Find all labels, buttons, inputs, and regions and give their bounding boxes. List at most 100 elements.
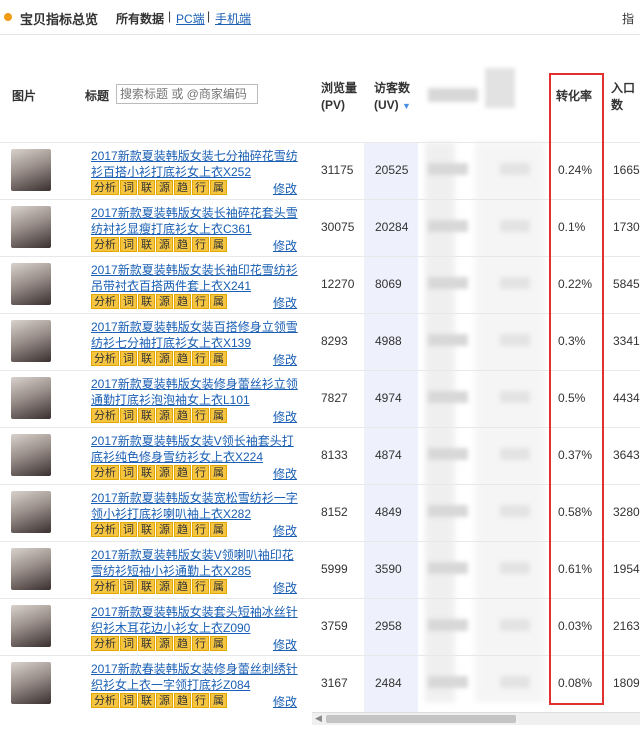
tag-related-button[interactable]: 联 xyxy=(138,294,155,309)
tag-keywords-button[interactable]: 词 xyxy=(120,693,137,708)
tag-analyze-button[interactable]: 分析 xyxy=(91,636,119,651)
product-title-link[interactable]: 2017新款夏装韩版女装套头短袖冰丝针织衫木耳花边小衫女上衣Z090 xyxy=(91,604,301,636)
tag-analyze-button[interactable]: 分析 xyxy=(91,408,119,423)
tag-related-button[interactable]: 联 xyxy=(138,465,155,480)
tag-trend-button[interactable]: 趋 xyxy=(174,522,191,537)
tag-keywords-button[interactable]: 词 xyxy=(120,636,137,651)
tag-source-button[interactable]: 源 xyxy=(156,180,173,195)
tag-industry-button[interactable]: 行 xyxy=(192,408,209,423)
product-thumbnail[interactable] xyxy=(11,491,51,533)
tag-trend-button[interactable]: 趋 xyxy=(174,237,191,252)
tag-analyze-button[interactable]: 分析 xyxy=(91,522,119,537)
tag-attribute-button[interactable]: 属 xyxy=(210,408,227,423)
nav-mobile[interactable]: 手机端 xyxy=(215,10,251,27)
product-title-link[interactable]: 2017新款夏装韩版女装七分袖碎花雪纺衫百搭小衫打底衫女上衣X252 xyxy=(91,148,301,180)
tag-keywords-button[interactable]: 词 xyxy=(120,351,137,366)
tag-related-button[interactable]: 联 xyxy=(138,636,155,651)
tag-related-button[interactable]: 联 xyxy=(138,408,155,423)
product-thumbnail[interactable] xyxy=(11,548,51,590)
edit-link[interactable]: 修改 xyxy=(273,294,297,311)
tag-related-button[interactable]: 联 xyxy=(138,351,155,366)
tag-attribute-button[interactable]: 属 xyxy=(210,579,227,594)
sort-desc-icon[interactable]: ▼ xyxy=(402,101,411,111)
tag-industry-button[interactable]: 行 xyxy=(192,522,209,537)
edit-link[interactable]: 修改 xyxy=(273,408,297,425)
tag-related-button[interactable]: 联 xyxy=(138,180,155,195)
tag-industry-button[interactable]: 行 xyxy=(192,180,209,195)
tag-source-button[interactable]: 源 xyxy=(156,294,173,309)
column-header-uv[interactable]: 访客数(UV) ▼ xyxy=(374,80,420,115)
edit-link[interactable]: 修改 xyxy=(273,579,297,596)
tag-source-button[interactable]: 源 xyxy=(156,522,173,537)
tag-related-button[interactable]: 联 xyxy=(138,237,155,252)
tag-analyze-button[interactable]: 分析 xyxy=(91,693,119,708)
tag-industry-button[interactable]: 行 xyxy=(192,693,209,708)
edit-link[interactable]: 修改 xyxy=(273,522,297,539)
product-title-link[interactable]: 2017新款夏装韩版女装宽松雪纺衫一字领小衫打底衫喇叭袖上衣X282 xyxy=(91,490,301,522)
tag-attribute-button[interactable]: 属 xyxy=(210,522,227,537)
product-thumbnail[interactable] xyxy=(11,662,51,704)
column-header-pv[interactable]: 浏览量(PV) xyxy=(321,80,361,114)
product-thumbnail[interactable] xyxy=(11,434,51,476)
edit-link[interactable]: 修改 xyxy=(273,693,297,710)
tag-source-button[interactable]: 源 xyxy=(156,237,173,252)
edit-link[interactable]: 修改 xyxy=(273,237,297,254)
product-title-link[interactable]: 2017新款夏装韩版女装百搭修身立领雪纺衫七分袖打底衫女上衣X139 xyxy=(91,319,301,351)
tag-industry-button[interactable]: 行 xyxy=(192,465,209,480)
product-title-link[interactable]: 2017新款夏装韩版女装V领长袖套头打底衫纯色修身雪纺衫女上衣X224 xyxy=(91,433,301,465)
scroll-left-icon[interactable]: ◀ xyxy=(315,713,322,724)
edit-link[interactable]: 修改 xyxy=(273,180,297,197)
tag-keywords-button[interactable]: 词 xyxy=(120,579,137,594)
horizontal-scrollbar[interactable]: ◀ xyxy=(312,712,640,725)
edit-link[interactable]: 修改 xyxy=(273,351,297,368)
product-title-link[interactable]: 2017新款夏装韩版女装长袖碎花套头雪纺衬衫显瘦打底衫女上衣C361 xyxy=(91,205,301,237)
nav-pc[interactable]: PC端 xyxy=(176,10,205,27)
tag-attribute-button[interactable]: 属 xyxy=(210,636,227,651)
tag-trend-button[interactable]: 趋 xyxy=(174,294,191,309)
tag-keywords-button[interactable]: 词 xyxy=(120,522,137,537)
tag-analyze-button[interactable]: 分析 xyxy=(91,351,119,366)
top-right-link[interactable]: 指 xyxy=(622,10,634,27)
product-title-link[interactable]: 2017新款春装韩版女装修身蕾丝刺绣针织衫女上衣一字领打底衫Z084 xyxy=(91,661,301,693)
product-title-link[interactable]: 2017新款夏装韩版女装V领喇叭袖印花雪纺衫短袖小衫通勤上衣X285 xyxy=(91,547,301,579)
tag-industry-button[interactable]: 行 xyxy=(192,294,209,309)
tag-industry-button[interactable]: 行 xyxy=(192,237,209,252)
product-title-link[interactable]: 2017新款夏装韩版女装长袖印花雪纺衫吊带衬衣百搭两件套上衣X241 xyxy=(91,262,301,294)
tag-attribute-button[interactable]: 属 xyxy=(210,294,227,309)
product-thumbnail[interactable] xyxy=(11,605,51,647)
tag-related-button[interactable]: 联 xyxy=(138,579,155,594)
search-input[interactable] xyxy=(116,84,258,104)
tag-trend-button[interactable]: 趋 xyxy=(174,351,191,366)
product-thumbnail[interactable] xyxy=(11,263,51,305)
tag-source-button[interactable]: 源 xyxy=(156,693,173,708)
scrollbar-thumb[interactable] xyxy=(326,715,516,723)
tag-trend-button[interactable]: 趋 xyxy=(174,408,191,423)
tag-keywords-button[interactable]: 词 xyxy=(120,237,137,252)
product-thumbnail[interactable] xyxy=(11,320,51,362)
tag-attribute-button[interactable]: 属 xyxy=(210,465,227,480)
tag-trend-button[interactable]: 趋 xyxy=(174,636,191,651)
edit-link[interactable]: 修改 xyxy=(273,636,297,653)
tag-source-button[interactable]: 源 xyxy=(156,465,173,480)
product-title-link[interactable]: 2017新款夏装韩版女装修身蕾丝衫立领通勤打底衫泡泡袖女上衣L101 xyxy=(91,376,301,408)
tag-attribute-button[interactable]: 属 xyxy=(210,180,227,195)
tag-keywords-button[interactable]: 词 xyxy=(120,465,137,480)
column-header-entry[interactable]: 入口数 xyxy=(611,80,640,114)
tag-analyze-button[interactable]: 分析 xyxy=(91,180,119,195)
tag-industry-button[interactable]: 行 xyxy=(192,579,209,594)
tag-keywords-button[interactable]: 词 xyxy=(120,294,137,309)
product-thumbnail[interactable] xyxy=(11,206,51,248)
tag-keywords-button[interactable]: 词 xyxy=(120,180,137,195)
tag-industry-button[interactable]: 行 xyxy=(192,351,209,366)
tag-attribute-button[interactable]: 属 xyxy=(210,237,227,252)
tag-industry-button[interactable]: 行 xyxy=(192,636,209,651)
tag-source-button[interactable]: 源 xyxy=(156,351,173,366)
tag-related-button[interactable]: 联 xyxy=(138,693,155,708)
tag-source-button[interactable]: 源 xyxy=(156,636,173,651)
tag-attribute-button[interactable]: 属 xyxy=(210,693,227,708)
nav-all-data[interactable]: 所有数据 xyxy=(116,10,164,27)
product-thumbnail[interactable] xyxy=(11,377,51,419)
tag-source-button[interactable]: 源 xyxy=(156,408,173,423)
tag-trend-button[interactable]: 趋 xyxy=(174,693,191,708)
tag-analyze-button[interactable]: 分析 xyxy=(91,465,119,480)
